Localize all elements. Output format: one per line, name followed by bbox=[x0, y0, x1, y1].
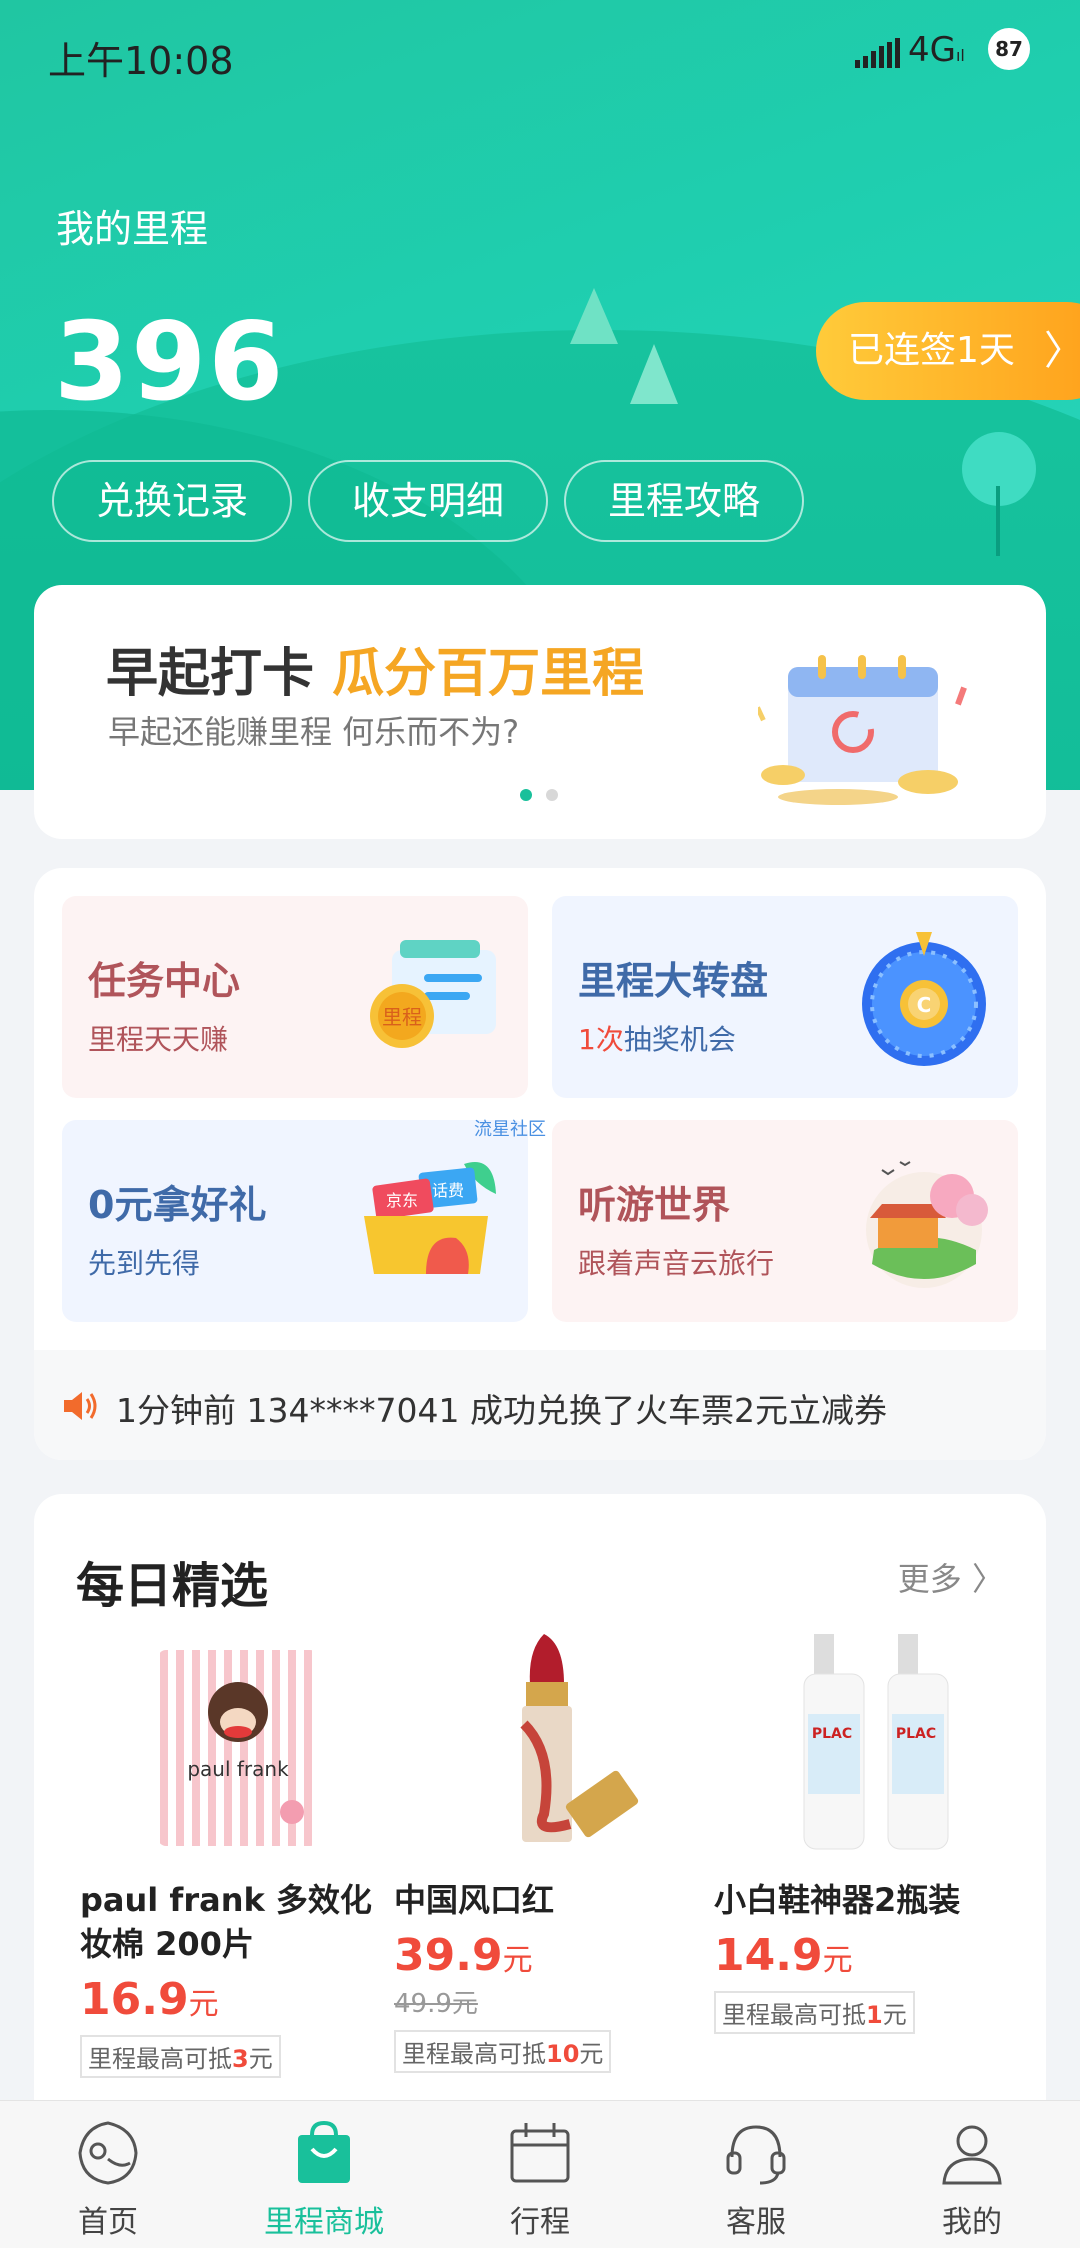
tile-lucky-wheel[interactable]: 里程大转盘 1次抽奖机会 C bbox=[552, 896, 1018, 1098]
lipstick-icon bbox=[520, 1634, 639, 1842]
exchange-records-button[interactable]: 兑换记录 bbox=[52, 460, 292, 542]
calendar-icon bbox=[510, 2123, 570, 2183]
product-name: 中国风口红 bbox=[394, 1881, 555, 1919]
pagination-dot bbox=[546, 789, 558, 801]
svg-text:PLAC: PLAC bbox=[896, 1726, 936, 1742]
miles-deduction-tag: 里程最高可抵3元 bbox=[80, 2035, 281, 2078]
tile-title: 里程大转盘 bbox=[578, 959, 769, 1003]
feature-grid: 任务中心 里程天天赚 里程 里程大转盘 1次抽奖机会 C 0元拿好礼 先到先得 bbox=[34, 868, 1046, 1460]
chevron-right-icon: 〉 bbox=[1044, 328, 1080, 374]
tile-subtitle: 跟着声音云旅行 bbox=[578, 1247, 775, 1280]
watermark-text: 流星社区 bbox=[474, 1119, 546, 1140]
tile-subtitle: 里程天天赚 bbox=[88, 1023, 229, 1056]
speaker-icon bbox=[64, 1392, 97, 1420]
tab-label: 我的 bbox=[942, 2205, 1002, 2240]
signal-icon bbox=[855, 38, 901, 68]
person-icon bbox=[942, 2125, 1002, 2185]
product-card[interactable]: PLAC PLAC 小白鞋神器2瓶装 14.9元 里程最高可抵1元 bbox=[714, 1634, 1024, 2034]
svg-text:C: C bbox=[917, 993, 932, 1017]
tab-trips[interactable]: 行程 bbox=[432, 2101, 648, 2248]
product-original-price: 49.9元 bbox=[394, 1989, 478, 2019]
tile-subtitle: 先到先得 bbox=[88, 1247, 201, 1280]
svg-text:里程: 里程 bbox=[382, 1005, 422, 1029]
tab-customer-service[interactable]: 客服 bbox=[648, 2101, 864, 2248]
tile-audio-travel[interactable]: 听游世界 跟着声音云旅行 bbox=[552, 1120, 1018, 1322]
ticker-message: 1分钟前 134****7041 成功兑换了火车票2元立减券 bbox=[116, 1391, 887, 1430]
miles-deduction-tag: 里程最高可抵10元 bbox=[394, 2030, 612, 2073]
tab-label: 首页 bbox=[78, 2205, 138, 2240]
more-link[interactable]: 更多 〉 bbox=[898, 1554, 1004, 1600]
product-card[interactable]: 中国风口红 39.9元 49.9元 里程最高可抵10元 bbox=[394, 1634, 704, 2073]
home-icon bbox=[78, 2121, 138, 2185]
headset-icon bbox=[726, 2125, 786, 2185]
tab-mine[interactable]: 我的 bbox=[864, 2101, 1080, 2248]
product-name: paul frank 多效化妆棉 200片 bbox=[80, 1881, 372, 1963]
chevron-right-icon: 〉 bbox=[971, 1560, 1004, 1598]
miles-title: 我的里程 bbox=[56, 207, 209, 251]
product-price: 16.9元 bbox=[80, 1974, 219, 2025]
section-title: 每日精选 bbox=[76, 1558, 269, 1614]
tree-decoration bbox=[630, 344, 678, 404]
task-center-icon: 里程 bbox=[370, 940, 496, 1048]
cotton-pad-package-icon: paul frank bbox=[158, 1650, 318, 1846]
tab-label: 行程 bbox=[510, 2205, 570, 2240]
network-type: 4Gıl bbox=[908, 30, 965, 70]
product-price: 14.9元 bbox=[714, 1930, 853, 1981]
product-image: paul frank bbox=[80, 1634, 380, 1854]
sign-in-streak-button[interactable]: 已连签1天 〉 bbox=[816, 302, 1080, 400]
tab-label: 客服 bbox=[726, 2205, 786, 2240]
battery-icon: 87 bbox=[988, 28, 1030, 70]
product-price: 39.9元 bbox=[394, 1930, 533, 1981]
tree-decoration bbox=[996, 486, 1000, 556]
tile-title: 任务中心 bbox=[88, 959, 241, 1003]
banner-subtitle: 早起还能赚里程 何乐而不为? bbox=[108, 713, 520, 751]
product-name: 小白鞋神器2瓶装 bbox=[714, 1881, 961, 1919]
tab-label: 里程商城 bbox=[264, 2205, 384, 2240]
redemption-ticker: 1分钟前 134****7041 成功兑换了火车票2元立减券 bbox=[34, 1350, 1046, 1460]
prize-wheel-icon: C bbox=[862, 932, 986, 1066]
tile-free-gift[interactable]: 0元拿好礼 先到先得 话费 京东 bbox=[62, 1120, 528, 1322]
income-expense-button[interactable]: 收支明细 bbox=[308, 460, 548, 542]
tab-miles-mall[interactable]: 里程商城 bbox=[216, 2101, 432, 2248]
status-time: 上午10:08 bbox=[48, 39, 234, 83]
svg-text:paul frank: paul frank bbox=[187, 1757, 289, 1781]
tab-home[interactable]: 首页 bbox=[0, 2101, 216, 2248]
tile-title: 0元拿好礼 bbox=[88, 1183, 267, 1227]
product-image bbox=[394, 1634, 694, 1854]
sign-in-label: 已连签1天 bbox=[848, 330, 1015, 371]
tile-title: 听游世界 bbox=[578, 1183, 731, 1227]
daily-picks-section: 每日精选 更多 〉 paul frank paul frank 多效化妆棉 20… bbox=[34, 1494, 1046, 2134]
tile-subtitle: 1次抽奖机会 bbox=[578, 1023, 736, 1056]
shopping-bag-icon bbox=[298, 2120, 350, 2183]
pagination-dot-active bbox=[520, 789, 532, 801]
miles-balance: 396 bbox=[54, 300, 286, 425]
bottom-tab-bar: 首页 里程商城 行程 客服 我的 bbox=[0, 2100, 1080, 2248]
status-bar: 上午10:08 4Gıl 87 bbox=[0, 0, 1080, 100]
miles-deduction-tag: 里程最高可抵1元 bbox=[714, 1991, 915, 2034]
gift-box-icon: 话费 京东 bbox=[364, 1162, 496, 1274]
calendar-illustration-icon bbox=[758, 655, 967, 805]
banner-title: 早起打卡 瓜分百万里程 bbox=[106, 644, 645, 704]
tree-decoration bbox=[570, 288, 618, 344]
svg-text:话费: 话费 bbox=[432, 1181, 464, 1200]
shoe-cleaner-bottles-icon: PLAC PLAC bbox=[803, 1634, 949, 1850]
tile-task-center[interactable]: 任务中心 里程天天赚 里程 bbox=[62, 896, 528, 1098]
product-card[interactable]: paul frank paul frank 多效化妆棉 200片 16.9元 里… bbox=[80, 1634, 390, 2078]
promo-banner[interactable]: 早起打卡 瓜分百万里程 早起还能赚里程 何乐而不为? bbox=[34, 585, 1046, 839]
miles-guide-button[interactable]: 里程攻略 bbox=[564, 460, 804, 542]
pagoda-blossom-icon bbox=[866, 1161, 988, 1288]
product-image: PLAC PLAC bbox=[714, 1634, 1014, 1854]
svg-text:京东: 京东 bbox=[386, 1191, 418, 1210]
svg-text:PLAC: PLAC bbox=[812, 1726, 852, 1742]
